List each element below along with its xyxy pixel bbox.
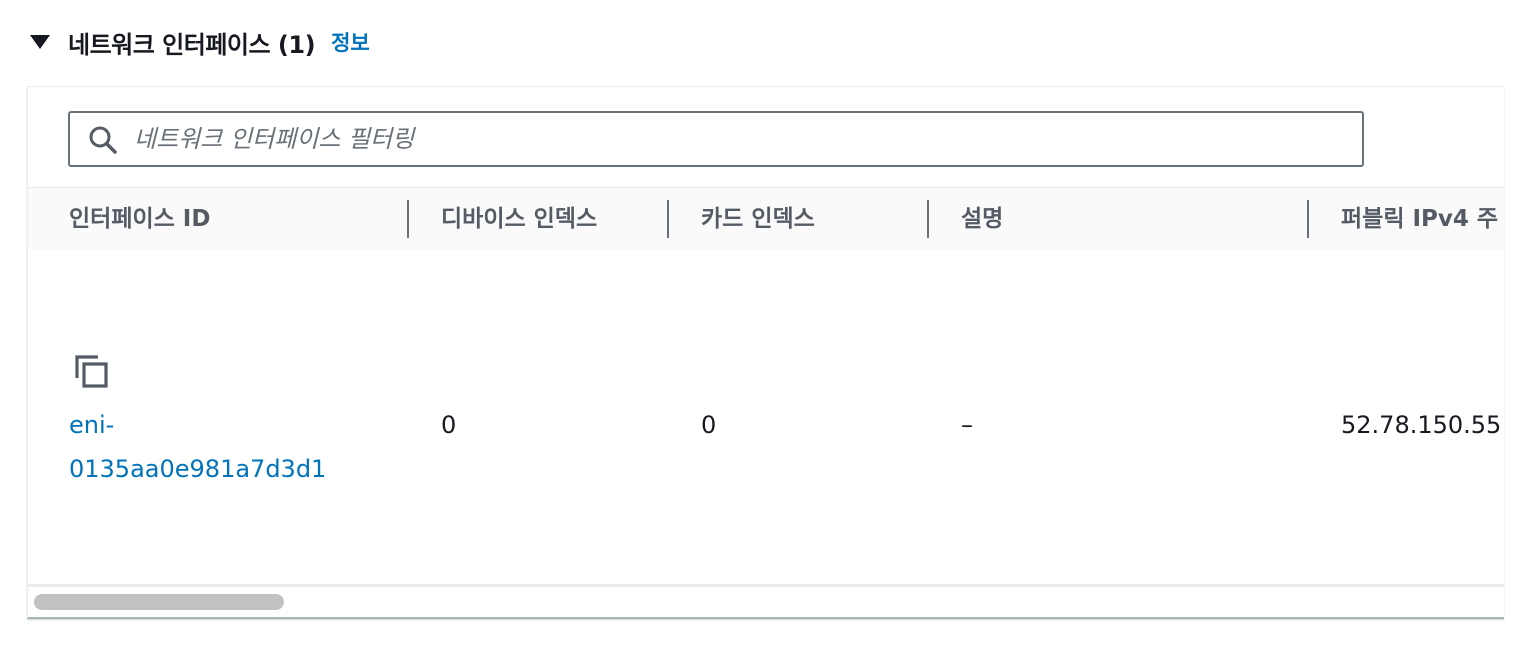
card-index-cell: 0: [701, 411, 717, 439]
interface-id-link[interactable]: eni- 0135aa0e981a7d3d1: [69, 403, 326, 491]
interface-id-line1: eni-: [69, 411, 115, 439]
search-box[interactable]: [68, 111, 1364, 167]
column-resize-handle[interactable]: [667, 200, 669, 238]
column-resize-handle[interactable]: [1307, 200, 1309, 238]
horizontal-scrollbar[interactable]: [28, 587, 1504, 617]
table-header: 인터페이스 ID 디바이스 인덱스 카드 인덱스 설명 퍼블릭 IPv4 주: [28, 187, 1504, 251]
column-resize-handle[interactable]: [407, 200, 409, 238]
section-header: 네트워크 인터페이스 (1) 정보: [28, 22, 370, 62]
table-row: eni- 0135aa0e981a7d3d1 0 0 – 52.78.150.5…: [28, 250, 1504, 584]
public-ipv4-cell: 52.78.150.55: [1341, 411, 1502, 439]
info-link[interactable]: 정보: [331, 27, 370, 57]
filter-bar: [28, 87, 1504, 187]
column-header-description[interactable]: 설명: [961, 188, 1003, 250]
column-header-card-index[interactable]: 카드 인덱스: [701, 188, 815, 250]
search-icon: [89, 126, 117, 154]
copy-icon[interactable]: [74, 354, 110, 390]
column-resize-handle[interactable]: [927, 200, 929, 238]
network-interfaces-panel: 인터페이스 ID 디바이스 인덱스 카드 인덱스 설명 퍼블릭 IPv4 주 e…: [27, 86, 1504, 619]
device-index-cell: 0: [441, 411, 457, 439]
section-title: 네트워크 인터페이스 (1): [68, 30, 316, 59]
description-cell: –: [961, 411, 973, 439]
scrollbar-thumb[interactable]: [34, 594, 284, 610]
column-header-public-ipv4[interactable]: 퍼블릭 IPv4 주: [1341, 188, 1498, 250]
caret-down-icon[interactable]: [30, 35, 50, 49]
column-header-device-index[interactable]: 디바이스 인덱스: [441, 188, 597, 250]
column-header-interface-id[interactable]: 인터페이스 ID: [69, 188, 210, 250]
interface-id-line2: 0135aa0e981a7d3d1: [69, 455, 327, 483]
search-input[interactable]: [134, 113, 1334, 165]
